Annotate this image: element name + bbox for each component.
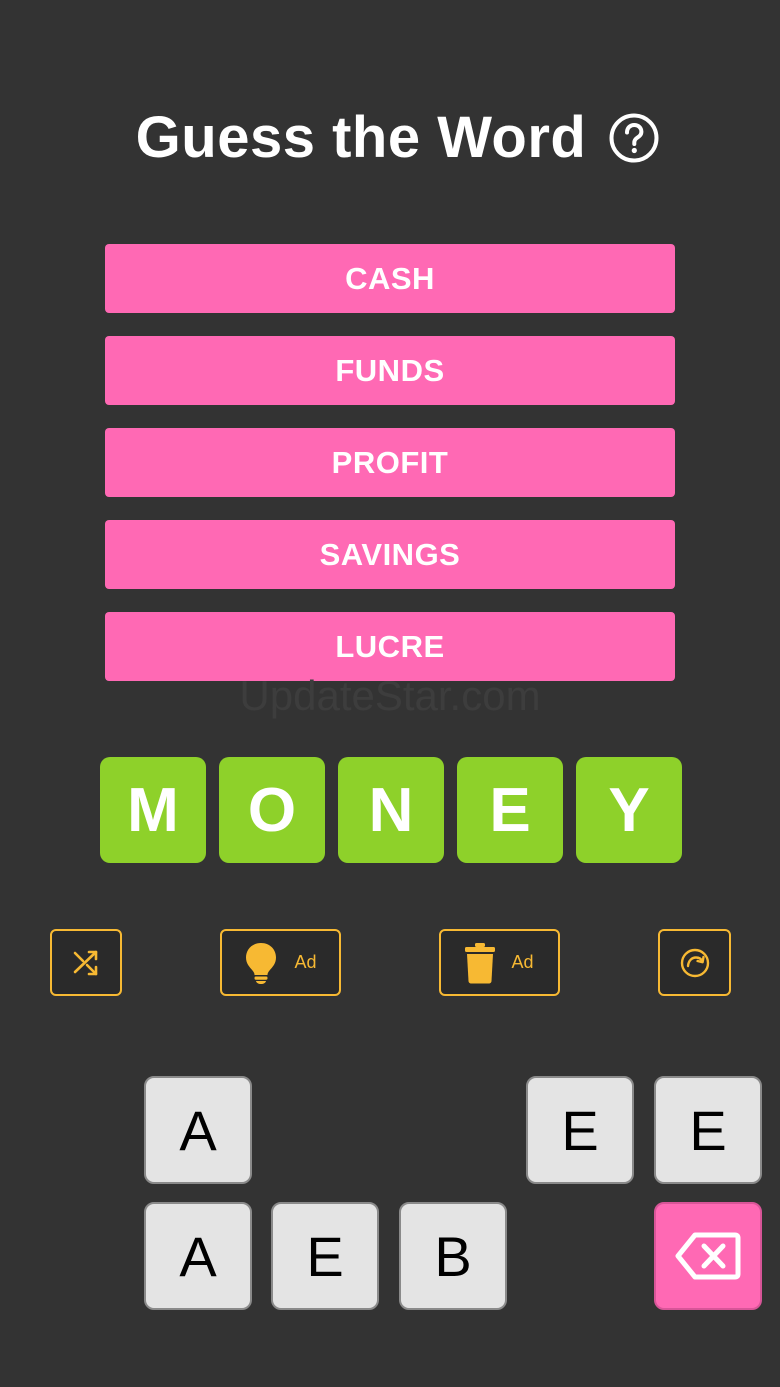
letter-key[interactable]: B: [399, 1202, 507, 1310]
answer-tile[interactable]: M: [100, 757, 206, 863]
answer-tile[interactable]: N: [338, 757, 444, 863]
answer-row: M O N E Y: [100, 757, 682, 863]
answer-tile[interactable]: Y: [576, 757, 682, 863]
question-circle-icon[interactable]: [608, 112, 660, 164]
hint-button[interactable]: Ad: [220, 929, 341, 996]
answer-tile[interactable]: E: [457, 757, 563, 863]
clue-5: LUCRE: [105, 612, 675, 681]
trash-icon: [465, 942, 496, 983]
shuffle-button[interactable]: [50, 929, 122, 996]
watermark: UpdateStar.com: [239, 672, 541, 719]
page-title: Guess the Word: [135, 105, 587, 170]
restart-button[interactable]: [658, 929, 731, 996]
shuffle-icon: [73, 950, 98, 975]
answer-tile[interactable]: O: [219, 757, 325, 863]
letter-key[interactable]: A: [144, 1076, 252, 1184]
letter-key[interactable]: E: [654, 1076, 762, 1184]
hint-ad-label: Ad: [294, 952, 317, 972]
letter-key[interactable]: A: [144, 1202, 252, 1310]
restart-icon: [680, 948, 709, 977]
clue-3: PROFIT: [105, 428, 675, 497]
letter-key[interactable]: E: [271, 1202, 379, 1310]
remove-ad-label: Ad: [511, 952, 534, 972]
remove-letter-button[interactable]: Ad: [439, 929, 560, 996]
clue-2: FUNDS: [105, 336, 675, 405]
header: Guess the Word: [0, 98, 780, 178]
lightbulb-icon: [246, 942, 277, 984]
backspace-icon: [675, 1232, 741, 1280]
letter-key[interactable]: E: [526, 1076, 634, 1184]
delete-key[interactable]: [654, 1202, 762, 1310]
clue-4: SAVINGS: [105, 520, 675, 589]
clue-1: CASH: [105, 244, 675, 313]
